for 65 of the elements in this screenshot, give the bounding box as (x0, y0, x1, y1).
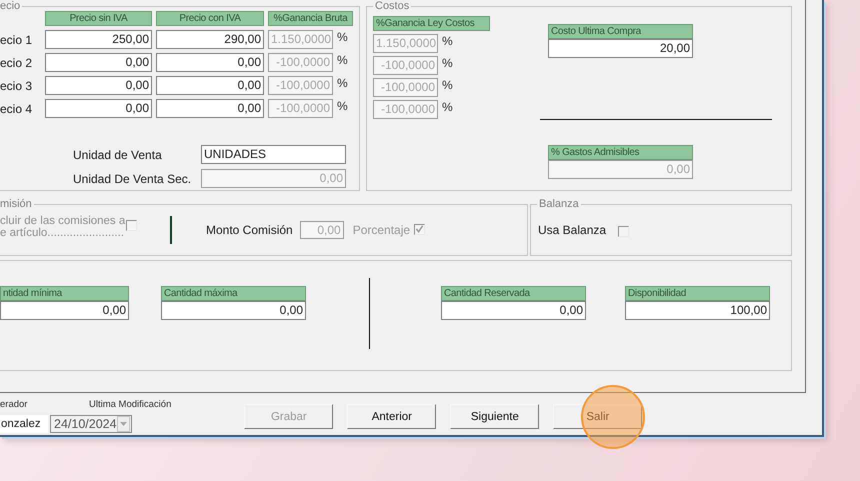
field-header: Costo Ultima Compra (548, 24, 693, 39)
input-field[interactable]: 0,00 (0, 301, 129, 320)
group-title: Balanza (537, 198, 581, 210)
percent-sign: % (337, 76, 349, 90)
checkbox[interactable] (618, 226, 629, 236)
checkbox-label: Usa Balanza (538, 223, 608, 237)
percent-sign: % (337, 53, 349, 67)
field-header: % Gastos Admisibles (548, 145, 693, 160)
percent-sign: % (442, 56, 453, 70)
input-field: -100,0000 (373, 100, 438, 119)
input-field[interactable]: 0,00 (161, 301, 306, 320)
field-header: Cantidad máxima (161, 286, 306, 301)
input-field[interactable]: 0,00 (45, 99, 152, 118)
input-field[interactable]: 0,00 (45, 53, 152, 72)
group-title: ecio (0, 0, 22, 12)
dialog-button[interactable]: Anterior (347, 404, 436, 429)
input-field: -100,0000 (268, 76, 333, 95)
input-field[interactable]: 0,00 (156, 53, 264, 72)
input-field: 0,00 (201, 169, 346, 188)
input-field[interactable]: 250,00 (45, 30, 152, 49)
input-field: -100,0000 (373, 78, 438, 97)
column-header: Precio con IVA (156, 11, 264, 26)
field-label: Unidad de Venta (73, 148, 163, 162)
input-field: -100,0000 (268, 53, 333, 72)
input-field[interactable]: 0,00 (156, 99, 264, 118)
input-field[interactable]: 20,00 (548, 39, 693, 58)
input-field[interactable]: 0,00 (441, 301, 586, 320)
field-label: Unidad De Venta Sec. (73, 172, 192, 186)
field-header: ntidad mínima (0, 286, 129, 301)
group-title: misión (0, 198, 34, 210)
input-field[interactable]: 290,00 (156, 30, 264, 49)
percent-sign: % (442, 34, 453, 48)
price-label: ecio 3 (0, 78, 34, 92)
input-field: -100,0000 (268, 99, 333, 118)
input-field[interactable]: 100,00 (625, 301, 770, 320)
input-field: 0,00 (548, 160, 693, 179)
checkbox[interactable] (126, 220, 137, 230)
dropdown-icon[interactable] (116, 416, 130, 432)
column-header: Precio sin IVA (45, 11, 152, 26)
checkbox-label: Porcentaje (352, 223, 410, 237)
column-header: %Ganancia Ley Costos (373, 16, 490, 31)
dialog-button[interactable]: Siguiente (450, 404, 540, 429)
input-field[interactable]: 0,00 (45, 76, 152, 95)
input-field[interactable]: 0,00 (156, 76, 264, 95)
field-header: Disponibilidad (625, 286, 770, 301)
percent-sign: % (442, 78, 453, 92)
field-label: erador (0, 399, 28, 411)
price-label: ecio 2 (0, 56, 34, 70)
field-label: Ultima Modificación (89, 399, 172, 411)
input-field: 0,00 (300, 221, 344, 239)
field-label: Monto Comisión (206, 223, 293, 237)
percent-sign: % (442, 100, 453, 114)
group-title: Costos (373, 0, 412, 12)
date-combo[interactable]: 24/10/2024 (50, 415, 132, 433)
input-field[interactable]: onzalez (0, 415, 48, 433)
input-field[interactable]: UNIDADES (201, 145, 346, 164)
percent-sign: % (337, 30, 349, 44)
column-header: %Ganancia Bruta (268, 11, 353, 26)
percent-sign: % (337, 99, 349, 113)
field-header: Cantidad Reservada (441, 286, 586, 301)
input-field: 1.150,0000 (268, 30, 333, 49)
price-label: ecio 1 (0, 32, 34, 46)
price-label: ecio 4 (0, 102, 34, 116)
input-field: 1.150,0000 (373, 34, 438, 53)
input-field: -100,0000 (373, 56, 438, 75)
